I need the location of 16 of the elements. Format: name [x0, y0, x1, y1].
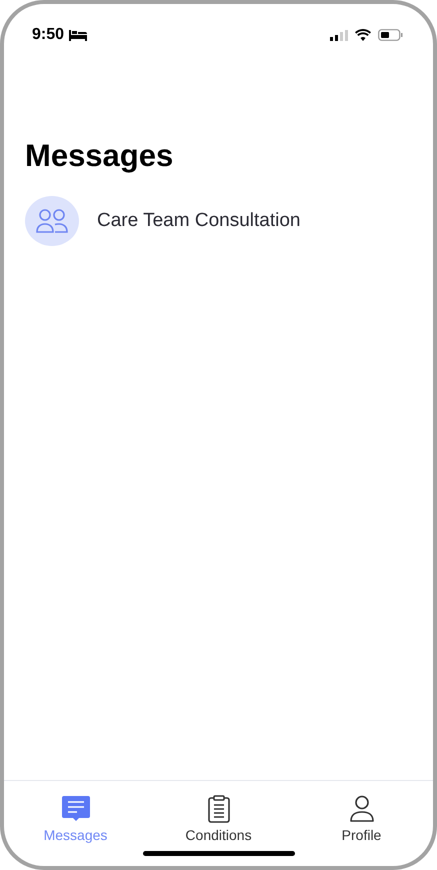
tab-item[interactable]: Conditions: [164, 795, 274, 843]
signal-icon: [330, 30, 348, 40]
tab-label: Conditions: [185, 827, 252, 843]
clipboard-icon: [206, 795, 230, 823]
tab-label: Messages: [44, 827, 108, 843]
conversation-name[interactable]: Care Team Consultation: [97, 210, 300, 232]
people-icon: [35, 208, 69, 234]
battery-icon: [378, 29, 403, 41]
person-icon: [348, 795, 374, 823]
tab-item[interactable]: Profile: [306, 795, 416, 843]
wifi-icon: [355, 29, 371, 41]
tab-label: Profile: [342, 827, 382, 843]
page-title: Messages: [25, 138, 174, 174]
chat-icon: [60, 795, 90, 823]
bed-icon: [69, 30, 88, 40]
status-time: 9:50: [32, 26, 64, 44]
